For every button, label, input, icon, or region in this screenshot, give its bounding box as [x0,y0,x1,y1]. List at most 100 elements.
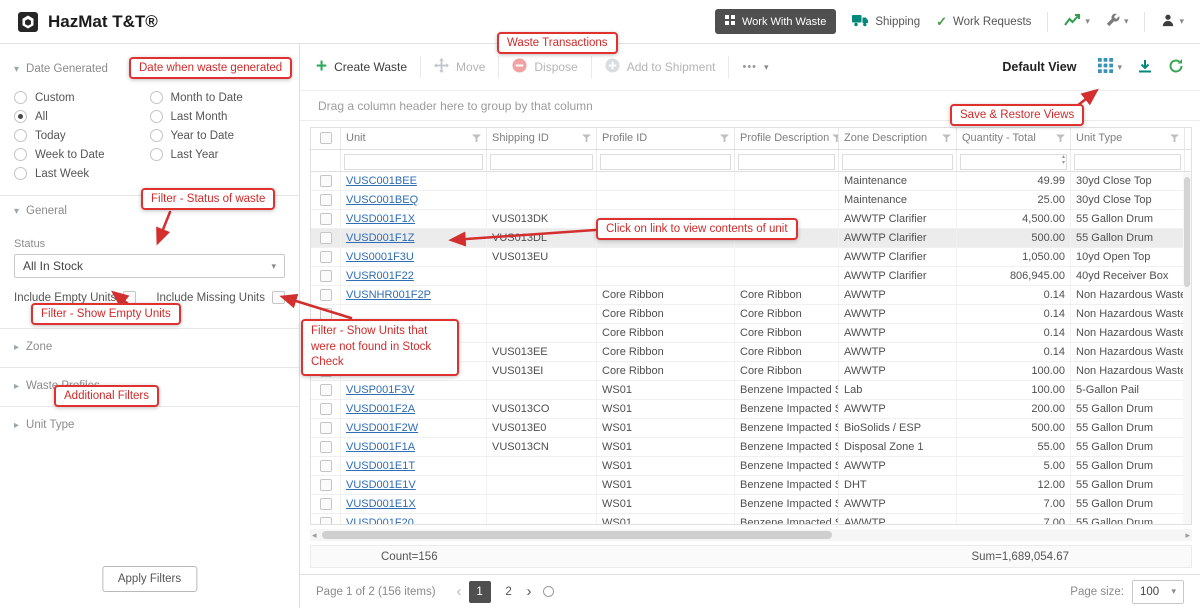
unit-link[interactable]: VUS0001F3U [346,251,414,263]
table-row[interactable]: VUSD001F2W VUS013E0 WS01 Benzene Impacte… [311,418,1191,438]
dispose-button[interactable]: Dispose [512,58,578,76]
nav-shipping[interactable]: Shipping [852,14,920,30]
radio-last-year[interactable]: Last Year [149,145,286,164]
radio-year-to-date[interactable]: Year to Date [149,126,286,145]
export-button[interactable] [1138,59,1152,76]
add-to-shipment-button[interactable]: Add to Shipment [605,58,715,76]
filter-funnel-icon[interactable] [1170,134,1179,143]
more-actions-button[interactable]: ••• ▾ [742,61,768,73]
views-grid-button[interactable]: ▾ [1098,58,1122,76]
vertical-scrollbar[interactable] [1183,172,1191,524]
radio-today[interactable]: Today [14,126,150,145]
radio-custom[interactable]: Custom [14,88,150,107]
column-header-profile-description[interactable]: Profile Description [735,127,839,149]
row-checkbox[interactable] [319,459,332,472]
horizontal-scroll-thumb[interactable] [322,530,832,539]
radio-month-to-date[interactable]: Month to Date [149,88,286,107]
column-header-shipping-id[interactable]: Shipping ID [487,127,597,149]
row-checkbox[interactable] [319,288,332,301]
user-menu-button[interactable]: ▾ [1161,13,1184,30]
filter-funnel-icon[interactable] [472,134,481,143]
row-checkbox[interactable] [319,478,332,491]
page-button-1[interactable]: 1 [468,580,491,603]
filter-funnel-icon[interactable] [1056,134,1065,143]
table-row[interactable]: VUSC001BEE Maintenance 49.99 30yd Close … [311,171,1191,191]
row-checkbox[interactable] [319,516,332,524]
section-zone[interactable]: ▸ Zone [0,329,299,365]
table-row[interactable]: VUSD001F20 WS01 Benzene Impacted Silica … [311,513,1191,524]
filter-funnel-icon[interactable] [582,134,591,143]
unit-link[interactable]: VUSD001F1A [346,441,415,453]
zone-description-filter-input[interactable] [842,154,953,171]
unit-link[interactable]: VUSD001F20 [346,517,414,524]
quantity-spinner[interactable]: ▴ ▾ [1062,154,1065,166]
page-size-select[interactable]: 100 ▾ [1132,579,1184,604]
row-checkbox[interactable] [319,497,332,510]
create-waste-button[interactable]: + Create Waste [316,57,407,76]
table-row[interactable]: VUSD001F2A VUS013CO WS01 Benzene Impacte… [311,399,1191,419]
tools-menu-button[interactable]: ▾ [1106,13,1128,30]
table-row[interactable]: VUSC001BEQ Maintenance 25.00 30yd Close … [311,190,1191,210]
row-checkbox[interactable] [319,269,332,282]
unit-link[interactable]: VUSD001E1X [346,498,416,510]
table-row[interactable]: VUSR001F22 AWWTP Clarifier 806,945.00 40… [311,266,1191,286]
radio-all[interactable]: All [14,107,150,126]
row-checkbox[interactable] [319,440,332,453]
refresh-button[interactable] [1168,58,1184,77]
table-row[interactable]: VUSD001E1V WS01 Benzene Impacted Silica … [311,475,1191,495]
column-header-unit[interactable]: Unit [341,127,487,149]
unit-link[interactable]: VUSD001F2W [346,422,418,434]
unit-link[interactable]: VUSD001F1Z [346,232,414,244]
nav-work-requests[interactable]: ✓ Work Requests [936,14,1031,30]
unit-link[interactable]: VUSD001E1V [346,479,416,491]
horizontal-scrollbar[interactable]: ◂ ▸ [310,528,1192,541]
scroll-left-icon[interactable]: ◂ [312,529,317,541]
table-row[interactable]: VUSD001F1A VUS013CN WS01 Benzene Impacte… [311,437,1191,457]
vertical-scroll-thumb[interactable] [1184,176,1190,287]
profile-description-filter-input[interactable] [738,154,835,171]
radio-week-to-date[interactable]: Week to Date [14,145,150,164]
column-header-profile-id[interactable]: Profile ID [597,127,735,149]
table-row[interactable]: VUSP001F3V WS01 Benzene Impacted Silica … [311,380,1191,400]
unit-link[interactable]: VUSD001F2A [346,403,415,415]
next-page-button[interactable]: › [527,584,532,599]
section-unit-type[interactable]: ▸ Unit Type [0,407,299,443]
table-row[interactable]: VUSNHR001F2P Core Ribbon Core Ribbon AWW… [311,285,1191,305]
column-header-unit-type[interactable]: Unit Type [1071,127,1185,149]
shipping-id-filter-input[interactable] [490,154,593,171]
page-button-2[interactable]: 2 [498,581,520,603]
radio-last-week[interactable]: Last Week [14,164,150,183]
nav-work-with-waste[interactable]: Work With Waste [714,9,837,34]
apply-filters-button[interactable]: Apply Filters [101,566,198,592]
row-checkbox[interactable] [319,250,332,263]
quantity-filter-input[interactable] [960,154,1067,171]
profile-id-filter-input[interactable] [600,154,731,171]
move-button[interactable]: Move [434,58,485,76]
row-checkbox[interactable] [319,174,332,187]
prev-page-button[interactable]: ‹ [457,584,462,599]
select-all-checkbox[interactable] [319,132,332,145]
unit-link[interactable]: VUSD001F1X [346,213,415,225]
table-row[interactable]: VUSD001E1T WS01 Benzene Impacted Silica … [311,456,1191,476]
unit-link[interactable]: VUSR001F22 [346,270,414,282]
row-checkbox[interactable] [319,231,332,244]
unit-link[interactable]: VUSD001E1T [346,460,415,472]
row-checkbox[interactable] [319,402,332,415]
unit-filter-input[interactable] [344,154,483,171]
unit-link[interactable]: VUSP001F3V [346,384,414,396]
filter-funnel-icon[interactable] [832,134,838,143]
radio-last-month[interactable]: Last Month [149,107,286,126]
scroll-right-icon[interactable]: ▸ [1185,529,1190,541]
filter-funnel-icon[interactable] [720,134,729,143]
unit-link[interactable]: VUSC001BEE [346,175,417,187]
status-dropdown[interactable]: All In Stock ▾ [14,254,285,278]
unit-type-filter-input[interactable] [1074,154,1181,171]
filter-funnel-icon[interactable] [942,134,951,143]
unit-link[interactable]: VUSNHR001F2P [346,289,431,301]
table-row[interactable]: VUSD001E1X WS01 Benzene Impacted Silica … [311,494,1191,514]
column-header-zone-description[interactable]: Zone Description [839,127,957,149]
market-chart-menu-button[interactable]: ▾ [1064,13,1090,30]
column-header-quantity-total[interactable]: Quantity - Total [957,127,1071,149]
row-checkbox[interactable] [319,193,332,206]
unit-link[interactable]: VUSC001BEQ [346,194,418,206]
